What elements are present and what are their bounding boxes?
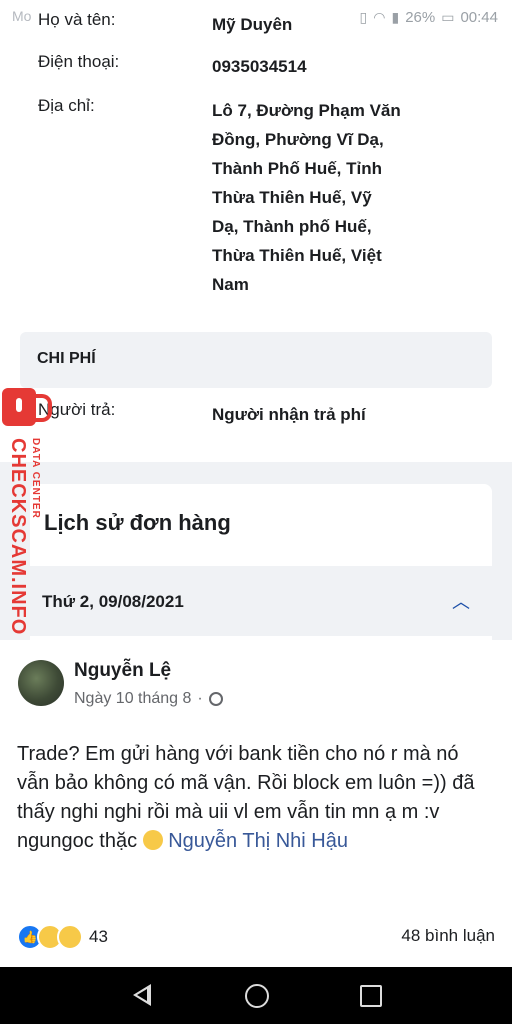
carrier-label: Mo (12, 8, 32, 24)
reaction-count: 43 (89, 927, 108, 946)
address-line: Thừa Thiên Huế, Việt (212, 246, 382, 265)
watermark-main-text: CHECKSCAM.INFO (7, 438, 29, 636)
post-time[interactable]: Ngày 10 tháng 8 (74, 690, 191, 708)
post-author[interactable]: Nguyễn Lệ (74, 660, 171, 682)
home-icon[interactable] (245, 984, 269, 1008)
facebook-post: Nguyễn Lệ Ngày 10 tháng 8 · Trade? Em gử… (0, 640, 512, 967)
mention-link[interactable]: Nguyễn Thị Nhi Hậu (168, 830, 348, 852)
cost-section-title: CHI PHÍ (37, 350, 96, 367)
checkscam-watermark: CHECKSCAM.INFO DATA CENTER (0, 388, 52, 638)
address-line: Dạ, Thành phố Huế, (212, 217, 372, 236)
order-history-title: Lịch sử đơn hàng (44, 510, 231, 535)
recent-apps-icon[interactable] (360, 985, 382, 1007)
back-icon-inner (137, 989, 147, 1001)
avatar[interactable] (18, 660, 64, 706)
address-value: Lô 7, Đường Phạm Văn Đồng, Phường Vĩ Dạ,… (212, 96, 427, 299)
address-label: Địa chỉ: (38, 96, 95, 115)
order-history-date: Thứ 2, 09/08/2021 (42, 592, 184, 611)
name-label: Họ và tên: (38, 10, 116, 29)
crying-emoji-icon (142, 830, 163, 850)
haha-reaction-icon (57, 924, 83, 950)
phone-row: Điện thoại: 0935034514 (38, 52, 498, 81)
meta-separator: · (197, 690, 203, 707)
name-row: Họ và tên: Mỹ Duyên (38, 10, 498, 39)
order-history-day-row[interactable]: Thứ 2, 09/08/2021 ︿ (30, 566, 492, 636)
payer-value: Người nhận trả phí (212, 405, 366, 424)
phone-value[interactable]: 0935034514 (212, 52, 427, 81)
address-line: Thừa Thiên Huế, Vỹ (212, 188, 372, 207)
post-meta: Ngày 10 tháng 8 · (74, 690, 223, 708)
reactions-summary[interactable]: 👍 43 (17, 924, 108, 950)
address-row: Địa chỉ: Lô 7, Đường Phạm Văn Đồng, Phườ… (38, 96, 498, 299)
watermark-sub-text: DATA CENTER (30, 438, 41, 519)
lock-icon (2, 388, 36, 426)
name-value: Mỹ Duyên (212, 15, 293, 34)
chevron-up-icon[interactable]: ︿ (452, 588, 470, 614)
phone-label: Điện thoại: (38, 52, 120, 71)
address-line: Lô 7, Đường Phạm Văn (212, 101, 401, 120)
globe-icon (208, 692, 223, 706)
order-details-screenshot: Mo ▯ ◠ ▮ 26% ▭ 00:44 Họ và tên: Mỹ Duyên… (0, 0, 512, 640)
address-line: Thành Phố Huế, Tỉnh (212, 159, 382, 178)
payer-row: Người trả: Người nhận trả phí (38, 400, 498, 429)
android-nav-bar (0, 967, 512, 1024)
cost-section-header: CHI PHÍ (20, 332, 492, 388)
order-history-card: Lịch sử đơn hàng Thứ 2, 09/08/2021 ︿ (30, 484, 492, 640)
post-text: Trade? Em gửi hàng với bank tiền cho nó … (17, 740, 495, 856)
address-line: Đồng, Phường Vĩ Dạ, (212, 130, 384, 149)
address-line: Nam (212, 275, 249, 294)
comments-count[interactable]: 48 bình luận (401, 926, 495, 946)
payer-label: Người trả: (38, 400, 116, 419)
